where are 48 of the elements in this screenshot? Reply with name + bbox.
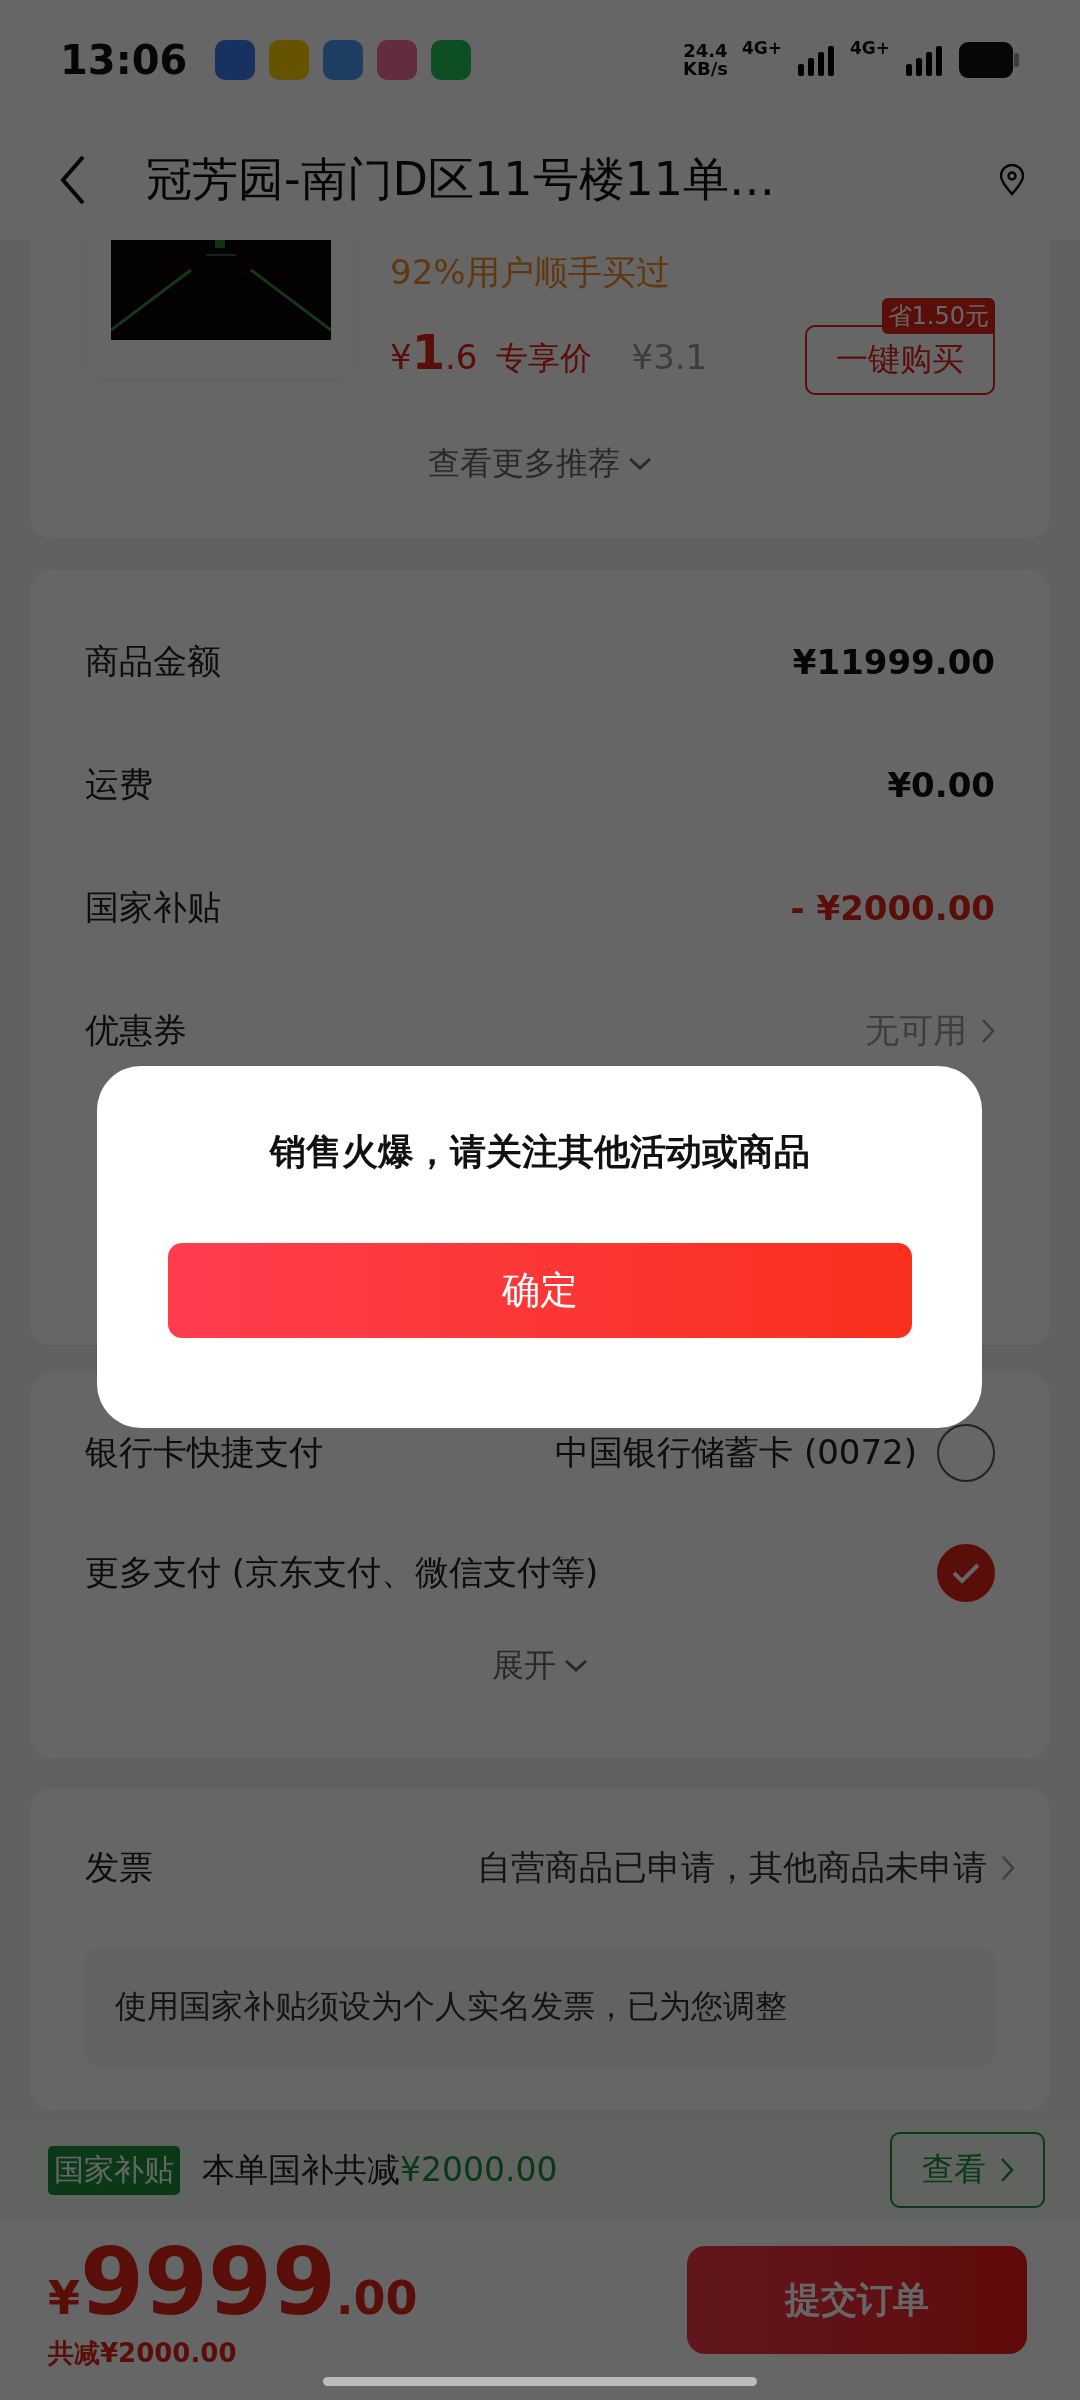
row-value: ¥0.00 (887, 764, 995, 805)
app-icon (377, 40, 418, 80)
payment-option-label: 银行卡快捷支付 (85, 1431, 323, 1474)
battery-icon (958, 41, 1020, 79)
location-pin-icon[interactable] (999, 164, 1025, 196)
row-label: 运费 (85, 762, 153, 806)
row-label: 发票 (85, 1846, 153, 1889)
radio-button[interactable] (937, 1544, 995, 1602)
submit-order-button[interactable]: 提交订单 (687, 2246, 1027, 2354)
back-icon[interactable] (60, 155, 86, 205)
subsidy-tag: 国家补贴 (48, 2145, 180, 2195)
row-label: 商品金额 (85, 639, 221, 683)
check-icon (951, 1562, 981, 1584)
chevron-down-icon (564, 1659, 588, 1673)
payment-option-label: 更多支付 (京东支付、微信支付等) (85, 1551, 599, 1594)
invoice-status[interactable]: 自营商品已申请，其他商品未申请 (477, 1845, 987, 1891)
invoice-notice: 使用国家补贴须设为个人实名发票，已为您调整 (85, 1948, 995, 2066)
subsidy-text: 本单国补共减¥2000.00 (202, 2148, 559, 2191)
row-value: - ¥2000.00 (790, 887, 995, 928)
total-price: ¥9999.00 (48, 2229, 419, 2336)
total-savings: 共减¥2000.00 (48, 2337, 238, 2370)
chevron-right-icon (981, 1017, 995, 1044)
page-title: 冠芳园-南门D区11号楼11单… (146, 151, 777, 208)
app-icon (215, 40, 256, 80)
radio-button[interactable] (937, 1424, 995, 1482)
confirm-button[interactable]: 确定 (167, 1243, 912, 1338)
chevron-right-icon (1001, 1855, 1015, 1881)
expand-button[interactable]: 展开 (486, 1643, 594, 1689)
app-icon (269, 40, 310, 80)
network-speed: 24.4 KB/s (682, 42, 728, 78)
view-button[interactable]: 查看 (890, 2132, 1045, 2208)
status-time: 13:06 (60, 37, 188, 83)
row-label: 优惠券 (85, 1008, 187, 1052)
payment-detail: 中国银行储蓄卡 (0072) (555, 1431, 917, 1474)
chevron-down-icon (628, 457, 652, 471)
row-value: ¥11999.00 (792, 641, 995, 682)
signal-icon (795, 44, 836, 76)
app-icon (323, 40, 364, 80)
savings-badge: 省1.50元 (881, 298, 995, 334)
more-recommendations-link[interactable]: 查看更多推荐 (428, 442, 620, 486)
chevron-right-icon (999, 2157, 1014, 2183)
dialog-message: 销售火爆，请关注其他活动或商品 (269, 1130, 810, 1174)
row-label: 国家补贴 (85, 885, 221, 929)
signal-icon (904, 44, 944, 76)
social-proof-text: 92%用户顺手买过 (390, 251, 671, 294)
app-icon (431, 40, 472, 80)
network-type-label: 4G+ (849, 38, 890, 58)
network-type-label: 4G+ (741, 38, 782, 58)
